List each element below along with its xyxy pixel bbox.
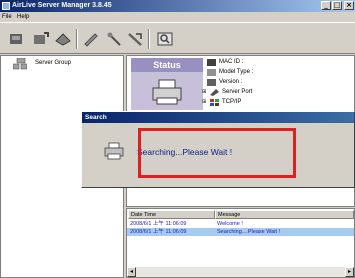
toolbar bbox=[0, 22, 355, 54]
table-row-selected[interactable]: 2008/6/1 上午 11:06:09 Searching....Please… bbox=[127, 228, 354, 236]
server-group-icon bbox=[13, 58, 27, 70]
property-model-label: Model Type : bbox=[219, 69, 254, 75]
cell-datetime: 2008/6/1 上午 11:06:09 bbox=[130, 229, 187, 235]
model-icon bbox=[207, 69, 216, 76]
connect-icon[interactable] bbox=[54, 31, 72, 47]
tcpip-icon bbox=[210, 99, 219, 106]
expand-icon[interactable]: ⊞ bbox=[202, 89, 206, 95]
property-version-label: Version : bbox=[219, 79, 243, 85]
tools-icon[interactable] bbox=[126, 31, 144, 47]
log-table[interactable]: Date Time Message 2008/6/1 上午 11:06:09 W… bbox=[126, 208, 355, 278]
menu-bar: File Help bbox=[0, 12, 355, 22]
mac-icon bbox=[207, 59, 216, 66]
column-header-message[interactable]: Message bbox=[215, 210, 354, 219]
add-server-icon[interactable] bbox=[32, 31, 50, 47]
version-icon bbox=[207, 79, 216, 86]
scroll-right-icon[interactable]: ▸ bbox=[345, 267, 354, 277]
server-port-icon bbox=[210, 89, 219, 96]
wizard-icon[interactable] bbox=[106, 31, 124, 47]
window-title: AirLive Server Manager 3.8.45 bbox=[12, 2, 112, 9]
status-label: Status bbox=[131, 58, 203, 72]
column-header-datetime[interactable]: Date Time bbox=[128, 210, 215, 219]
property-mac-label: MAC ID : bbox=[219, 59, 244, 65]
maximize-button[interactable]: □ bbox=[332, 1, 342, 10]
dialog-title: Search bbox=[82, 112, 354, 123]
property-tcpip-label[interactable]: TCP/IP bbox=[222, 99, 241, 105]
menu-file[interactable]: File bbox=[2, 12, 12, 22]
minimize-button[interactable]: _ bbox=[321, 1, 331, 10]
status-box: Status bbox=[131, 58, 203, 110]
close-button[interactable]: × bbox=[344, 1, 354, 10]
printer-search-icon bbox=[104, 142, 124, 160]
app-icon bbox=[2, 2, 10, 10]
property-server-port-label[interactable]: Server Port bbox=[222, 89, 252, 95]
tree-item-server-group[interactable]: Server Group bbox=[35, 60, 71, 66]
horizontal-scrollbar[interactable]: ◂ ▸ bbox=[127, 267, 354, 277]
cell-datetime: 2008/6/1 上午 11:06:09 bbox=[130, 221, 187, 227]
print-server-icon bbox=[152, 79, 182, 105]
highlight-box bbox=[138, 128, 296, 178]
menu-help[interactable]: Help bbox=[17, 12, 29, 22]
scroll-left-icon[interactable]: ◂ bbox=[127, 267, 136, 277]
cell-message: Searching....Please Wait ! bbox=[217, 229, 281, 235]
title-bar: AirLive Server Manager 3.8.45 _ □ × bbox=[0, 0, 355, 12]
expand-icon[interactable]: ⊞ bbox=[202, 99, 206, 105]
toolbar-separator bbox=[76, 29, 78, 49]
cell-message: Welcome ! bbox=[217, 221, 243, 227]
configure-icon[interactable] bbox=[82, 31, 100, 47]
discover-icon[interactable] bbox=[8, 31, 26, 47]
toolbar-separator bbox=[148, 29, 150, 49]
about-icon[interactable] bbox=[156, 31, 174, 47]
